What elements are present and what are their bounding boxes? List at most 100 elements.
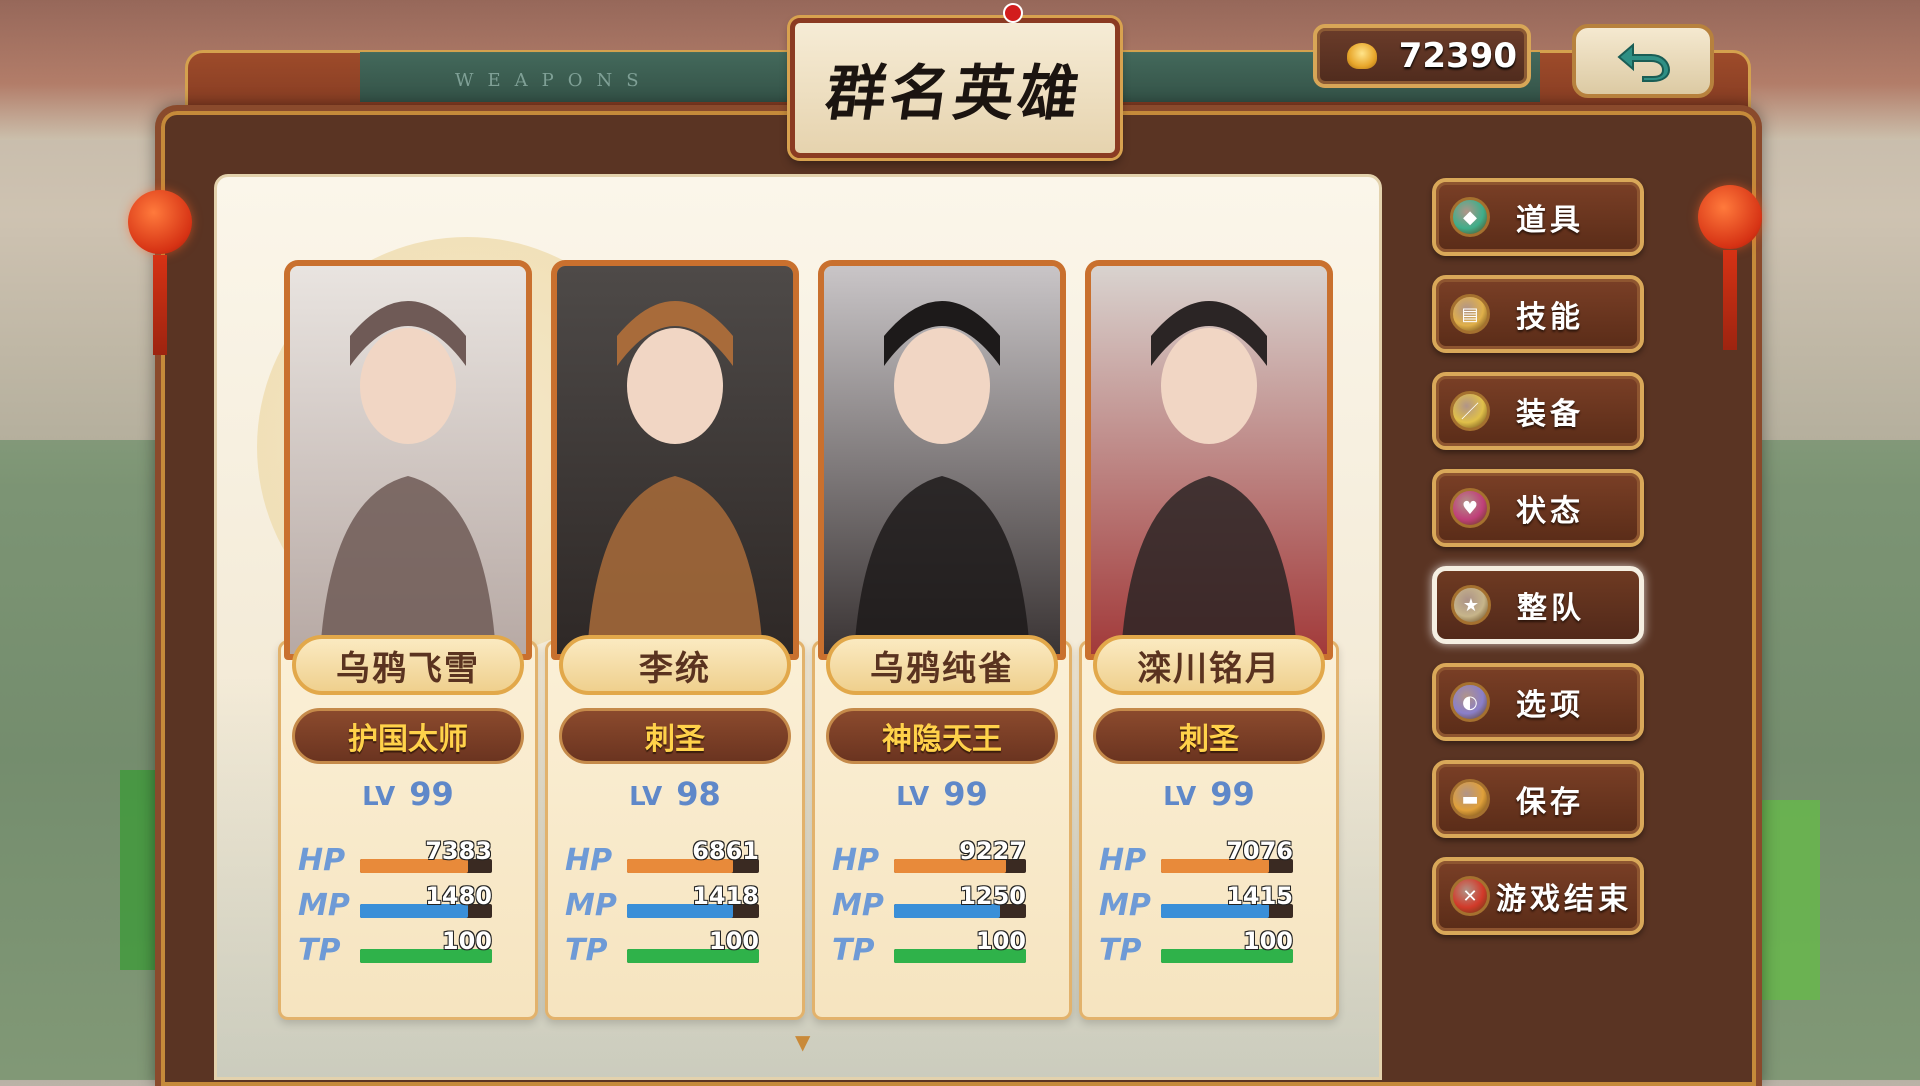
mp-label: MP [832,888,884,923]
level-value: 98 [676,775,721,813]
character-title: 刺圣 [559,708,791,764]
hp-label: HP [565,843,613,878]
character-title: 神隐天王 [826,708,1058,764]
hp-label: HP [1099,843,1147,878]
sword-icon: ／ [1450,391,1490,431]
level-value: 99 [409,775,454,813]
level-value: 99 [1210,775,1255,813]
menu-button-0[interactable]: ◆ 道具 [1432,178,1644,256]
portrait-frame [1085,260,1333,660]
hp-row: HP 7076 [1099,837,1319,879]
mp-row: MP 1250 [832,882,1052,924]
menu-label: 整队 [1517,591,1585,626]
level-row: LV 99 [278,775,538,825]
lantern-right-icon [1698,185,1762,249]
menu-button-6[interactable]: ▬ 保存 [1432,760,1644,838]
tp-row: TP 100 [1099,927,1319,969]
star-icon: ★ [1451,585,1491,625]
portrait-frame [818,260,1066,660]
character-portrait [824,266,1060,654]
menu-label: 选项 [1516,688,1584,723]
character-portrait [290,266,526,654]
level-row: LV 99 [812,775,1072,825]
character-name: 乌鸦纯雀 [826,635,1058,695]
menu-button-7[interactable]: ✕ 游戏结束 [1432,857,1644,935]
hp-value: 9227 [959,837,1026,865]
tp-value: 100 [441,927,492,955]
mp-value: 1415 [1226,882,1293,910]
character-name: 乌鸦飞雪 [292,635,524,695]
menu-button-5[interactable]: ◐ 选项 [1432,663,1644,741]
level-row: LV 98 [545,775,805,825]
mp-label: MP [298,888,350,923]
portrait-frame [551,260,799,660]
menu-label: 装备 [1516,397,1584,432]
character-title: 护国太师 [292,708,524,764]
character-name: 滦川铭月 [1093,635,1325,695]
level-label: LV [1163,782,1197,812]
menu-button-4[interactable]: ★ 整队 [1432,566,1644,644]
menu-label: 保存 [1516,785,1584,820]
back-button[interactable] [1572,24,1714,98]
level-label: LV [629,782,663,812]
tp-label: TP [1099,933,1142,968]
gem-icon: ◆ [1450,197,1490,237]
portrait-frame [284,260,532,660]
party-member-card[interactable]: 乌鸦飞雪 护国太师 LV 99 HP 7383 MP 1480 TP 100 [278,260,538,1020]
title-plaque: 群名英雄 [790,18,1120,158]
lantern-left-icon [128,190,192,254]
lantern-left-tassel [153,255,167,355]
party-member-card[interactable]: 乌鸦纯雀 神隐天王 LV 99 HP 9227 MP 1250 TP 100 [812,260,1072,1020]
tp-row: TP 100 [565,927,785,969]
hp-value: 7383 [425,837,492,865]
scroll-icon: ▤ [1450,294,1490,334]
menu-button-2[interactable]: ／ 装备 [1432,372,1644,450]
gold-ingot-icon [1347,43,1377,69]
mp-row: MP 1415 [1099,882,1319,924]
gold-counter: 72390 [1313,24,1531,88]
hp-value: 7076 [1226,837,1293,865]
character-portrait [557,266,793,654]
hp-value: 6861 [692,837,759,865]
menu-label: 状态 [1516,494,1584,529]
menu-label: 道具 [1516,203,1584,238]
hp-row: HP 7383 [298,837,518,879]
hp-row: HP 9227 [832,837,1052,879]
heart-icon: ♥ [1450,488,1490,528]
hp-label: HP [298,843,346,878]
tp-row: TP 100 [298,927,518,969]
party-member-card[interactable]: 滦川铭月 刺圣 LV 99 HP 7076 MP 1415 TP 100 [1079,260,1339,1020]
tp-label: TP [832,933,875,968]
title-ornament [1003,3,1023,23]
tp-label: TP [565,933,608,968]
moon-icon: ◐ [1450,682,1490,722]
game-title: 群名英雄 [821,58,1088,129]
save-icon: ▬ [1450,779,1490,819]
mp-row: MP 1418 [565,882,785,924]
level-label: LV [362,782,396,812]
menu-button-1[interactable]: ▤ 技能 [1432,275,1644,353]
party-member-card[interactable]: 李统 刺圣 LV 98 HP 6861 MP 1418 TP 100 [545,260,805,1020]
mp-label: MP [1099,888,1151,923]
character-title: 刺圣 [1093,708,1325,764]
scroll-down-icon[interactable]: ▼ [795,1030,810,1054]
tp-row: TP 100 [832,927,1052,969]
mp-row: MP 1480 [298,882,518,924]
menu-label: 技能 [1516,300,1584,335]
level-value: 99 [943,775,988,813]
hp-label: HP [832,843,880,878]
mp-value: 1250 [959,882,1026,910]
gold-value: 72390 [1398,36,1517,76]
menu-button-3[interactable]: ♥ 状态 [1432,469,1644,547]
mp-value: 1418 [692,882,759,910]
level-label: LV [896,782,930,812]
lantern-right-tassel [1723,250,1737,350]
weapons-watermark: WEAPONS [455,70,653,91]
close-icon: ✕ [1450,876,1490,916]
mp-label: MP [565,888,617,923]
hp-row: HP 6861 [565,837,785,879]
tp-value: 100 [708,927,759,955]
tp-value: 100 [1242,927,1293,955]
mp-value: 1480 [425,882,492,910]
tp-label: TP [298,933,341,968]
